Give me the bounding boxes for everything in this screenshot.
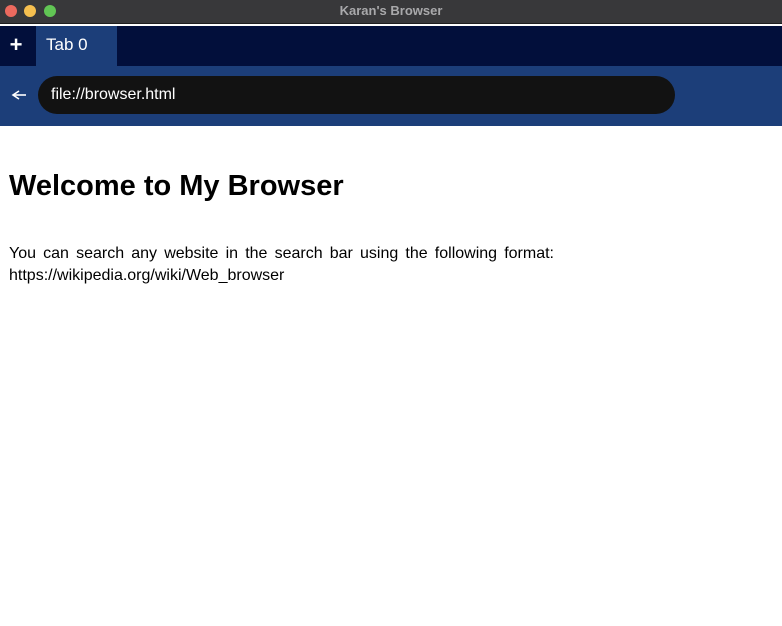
example-url-text: https://wikipedia.org/wiki/Web_browser: [9, 267, 285, 284]
url-input[interactable]: file://browser.html: [38, 76, 675, 114]
title-bar: Karan's Browser: [0, 0, 782, 24]
tab-0[interactable]: Tab 0: [36, 26, 117, 66]
back-button[interactable]: [9, 87, 29, 103]
page-heading: Welcome to My Browser: [9, 170, 344, 202]
tab-strip: + Tab 0: [0, 26, 782, 66]
page-content: Welcome to My Browser You can search any…: [0, 126, 782, 626]
instructions-paragraph: You can search any website in the search…: [9, 243, 554, 287]
address-bar: file://browser.html: [0, 66, 782, 126]
browser-window: Karan's Browser + Tab 0 file://browser.h…: [0, 0, 782, 626]
back-arrow-icon: [11, 90, 26, 100]
new-tab-button[interactable]: +: [0, 26, 32, 66]
window-title: Karan's Browser: [339, 3, 443, 18]
instructions-line: You can search any website in the search…: [9, 245, 554, 262]
